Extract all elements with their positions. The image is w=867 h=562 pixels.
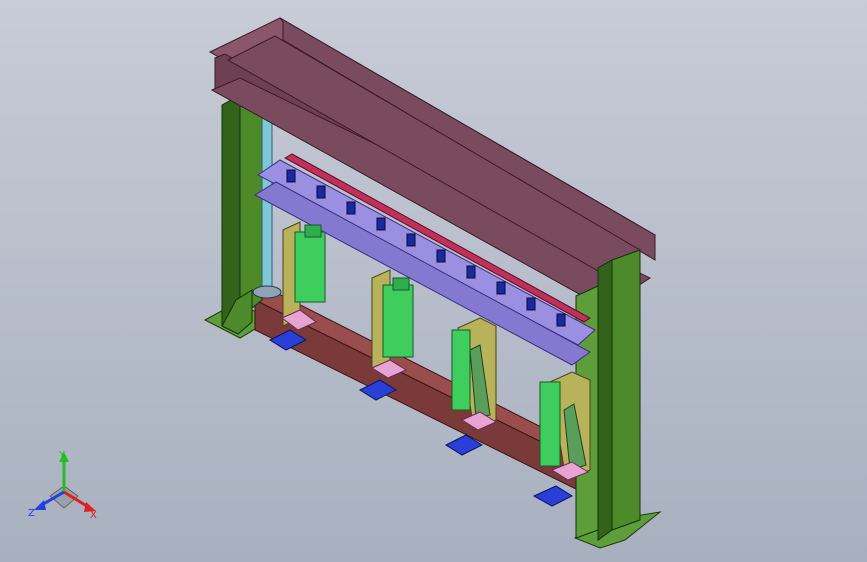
left-column-web <box>239 94 263 320</box>
view-triad[interactable]: Y X Z <box>26 448 102 524</box>
x-axis-label: X <box>90 510 97 521</box>
rod-base <box>252 285 282 299</box>
right-column-web <box>611 249 641 531</box>
z-axis-label: Z <box>28 508 35 519</box>
z-axis-arrow-icon <box>34 500 46 510</box>
graphics-viewport[interactable]: Y X Z <box>0 0 867 562</box>
y-axis-label: Y <box>58 450 66 461</box>
right-column-face <box>597 259 613 541</box>
cad-model[interactable] <box>0 0 867 562</box>
left-column-face <box>221 94 241 327</box>
